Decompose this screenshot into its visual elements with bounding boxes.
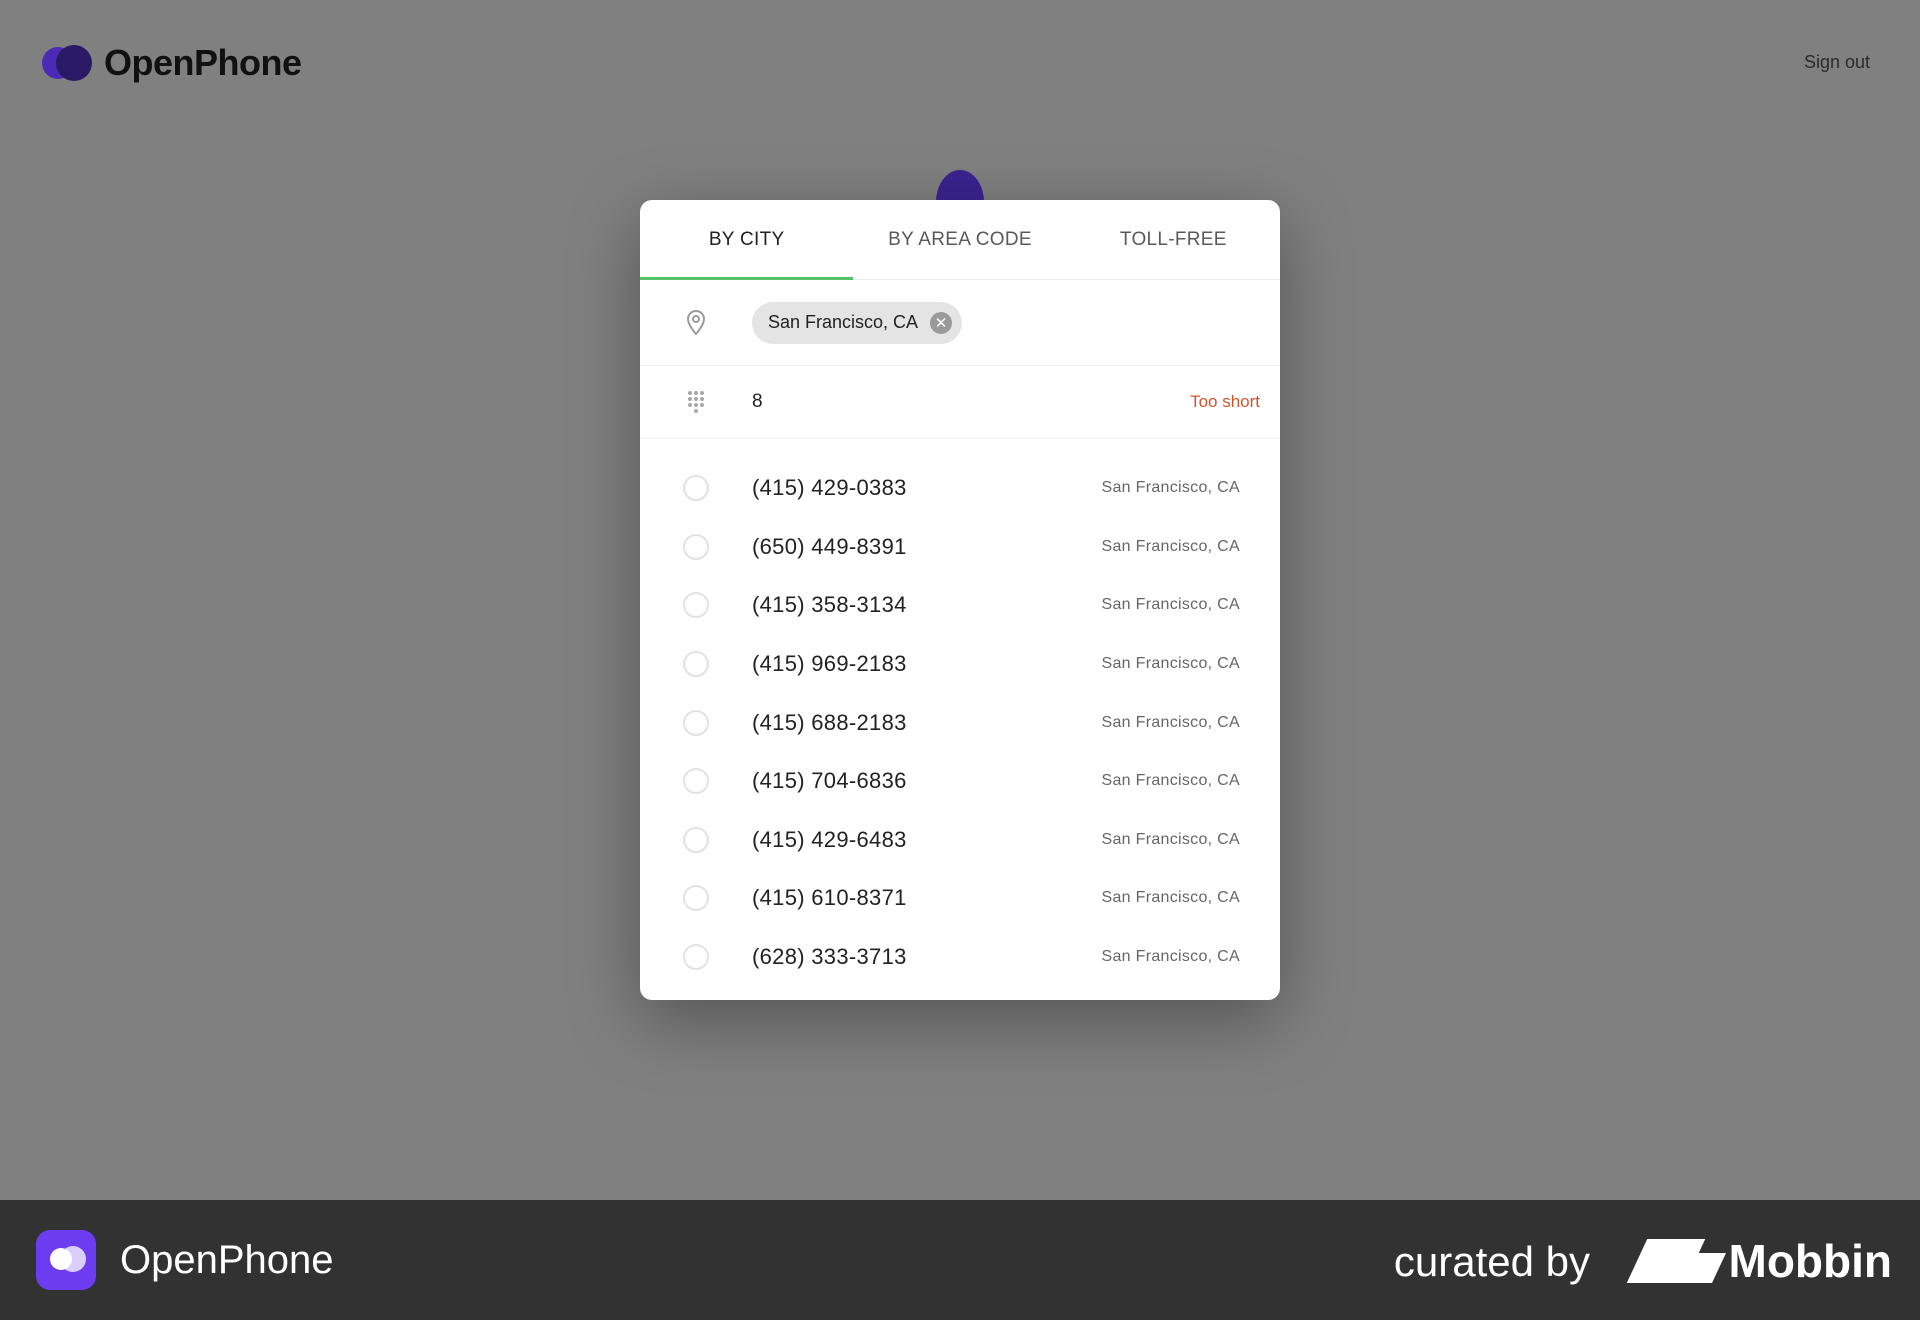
list-item[interactable]: (415) 688-2183 San Francisco, CA	[640, 693, 1280, 752]
number-picker-modal: BY CITY BY AREA CODE TOLL-FREE San Franc…	[640, 200, 1280, 1000]
validation-message: Too short	[1190, 392, 1260, 411]
attribution-bar: OpenPhone curated by Mobbin	[0, 1200, 1920, 1320]
number-location: San Francisco, CA	[1101, 948, 1240, 966]
footer-app: OpenPhone	[36, 1230, 334, 1290]
phone-number: (628) 333-3713	[752, 944, 907, 970]
clear-chip-icon[interactable]: ✕	[930, 311, 953, 334]
curated-by-label: curated by	[1393, 1238, 1590, 1285]
tab-by-area-code[interactable]: BY AREA CODE	[853, 200, 1066, 279]
radio-button[interactable]	[640, 709, 752, 736]
dialpad-icon	[640, 389, 752, 415]
location-pin-icon	[640, 309, 752, 336]
phone-number: (415) 429-0383	[752, 475, 907, 501]
city-chip[interactable]: San Francisco, CA ✕	[752, 301, 963, 344]
list-item[interactable]: (415) 429-0383 San Francisco, CA	[640, 459, 1280, 518]
tab-toll-free[interactable]: TOLL-FREE	[1067, 200, 1280, 279]
radio-button[interactable]	[640, 944, 752, 971]
number-search-input[interactable]	[752, 391, 1132, 413]
city-chip-label: San Francisco, CA	[768, 312, 919, 332]
mobbin-logo-icon	[1626, 1239, 1726, 1283]
number-location: San Francisco, CA	[1101, 479, 1240, 497]
phone-number: (650) 449-8391	[752, 533, 907, 559]
openphone-logo-icon	[42, 43, 94, 83]
list-item[interactable]: (650) 449-8391 San Francisco, CA	[640, 518, 1280, 577]
radio-button[interactable]	[640, 533, 752, 560]
search-mode-tabs: BY CITY BY AREA CODE TOLL-FREE	[640, 200, 1280, 280]
radio-button[interactable]	[640, 768, 752, 795]
number-list: (415) 429-0383 San Francisco, CA (650) 4…	[640, 439, 1280, 1000]
list-item[interactable]: (415) 969-2183 San Francisco, CA	[640, 635, 1280, 694]
top-bar: OpenPhone Sign out	[0, 0, 1920, 130]
openphone-app-icon	[36, 1230, 96, 1290]
radio-button[interactable]	[640, 475, 752, 502]
brand[interactable]: OpenPhone	[42, 42, 302, 84]
number-location: San Francisco, CA	[1101, 889, 1240, 907]
list-item[interactable]: (415) 704-6836 San Francisco, CA	[640, 752, 1280, 811]
number-location: San Francisco, CA	[1101, 713, 1240, 731]
footer-app-name: OpenPhone	[120, 1237, 334, 1282]
phone-number: (415) 969-2183	[752, 651, 907, 677]
sign-out-link[interactable]: Sign out	[1804, 52, 1870, 73]
radio-button[interactable]	[640, 826, 752, 853]
mobbin-name: Mobbin	[1728, 1235, 1893, 1287]
tab-by-city[interactable]: BY CITY	[640, 200, 854, 280]
radio-button[interactable]	[640, 885, 752, 912]
phone-number: (415) 688-2183	[752, 709, 907, 735]
phone-number: (415) 610-8371	[752, 885, 907, 911]
number-location: San Francisco, CA	[1101, 772, 1240, 790]
brand-name: OpenPhone	[104, 42, 302, 83]
phone-number: (415) 429-6483	[752, 826, 907, 852]
list-item-cut-off[interactable]	[640, 986, 1280, 1000]
list-item[interactable]: (628) 333-3713 San Francisco, CA	[640, 928, 1280, 987]
number-location: San Francisco, CA	[1101, 830, 1240, 848]
mobbin-brand: Mobbin	[1626, 1234, 1893, 1288]
number-filter-row: Too short	[640, 366, 1280, 439]
list-item[interactable]: (415) 358-3134 San Francisco, CA	[640, 576, 1280, 635]
phone-number: (415) 704-6836	[752, 768, 907, 794]
radio-button[interactable]	[640, 592, 752, 619]
radio-button[interactable]	[640, 651, 752, 678]
list-item[interactable]: (415) 610-8371 San Francisco, CA	[640, 869, 1280, 928]
phone-number: (415) 358-3134	[752, 592, 907, 618]
city-filter-row: San Francisco, CA ✕	[640, 280, 1280, 366]
list-item[interactable]: (415) 429-6483 San Francisco, CA	[640, 811, 1280, 870]
number-location: San Francisco, CA	[1101, 596, 1240, 614]
number-location: San Francisco, CA	[1101, 537, 1240, 555]
number-location: San Francisco, CA	[1101, 655, 1240, 673]
